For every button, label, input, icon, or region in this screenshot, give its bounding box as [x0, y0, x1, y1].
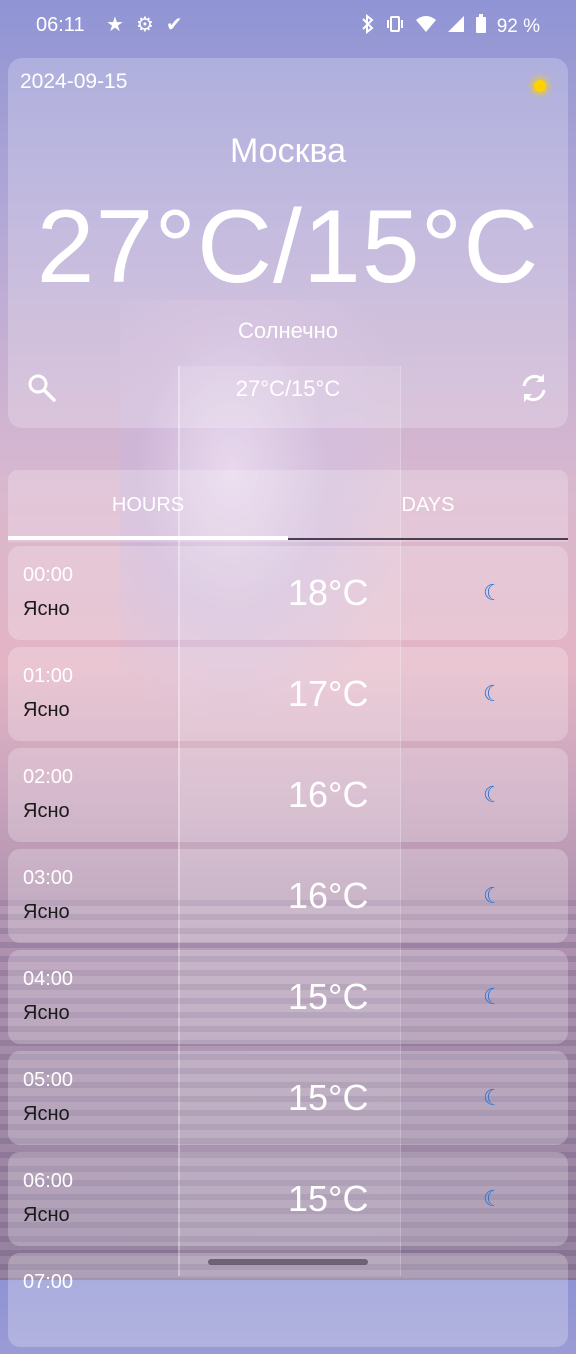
- city-name: Москва: [229, 132, 347, 170]
- hour-temperature: 15°C: [288, 1178, 369, 1219]
- weather-condition: Солнечно: [238, 318, 338, 343]
- moon-icon: ☾: [483, 1085, 503, 1110]
- moon-icon: ☾: [483, 782, 503, 807]
- hour-time: 00:00: [23, 564, 74, 586]
- list-item[interactable]: 05:00 Ясно 15°C ☾: [8, 1051, 568, 1145]
- status-time: 06:11: [36, 14, 85, 36]
- hour-condition: Ясно: [23, 1002, 70, 1024]
- main-temperature: 27°C/15°C: [36, 189, 540, 305]
- battery-icon: [475, 14, 487, 40]
- status-bar: 06:11 ★ ⚙ ✔ 92 %: [0, 0, 576, 50]
- hour-temperature: 18°C: [288, 572, 369, 613]
- hourly-forecast-list: 00:00 Ясно 18°C ☾ 01:00 Ясно 17°C ☾ 02:0…: [8, 546, 568, 1354]
- moon-icon: ☾: [483, 984, 503, 1009]
- bluetooth-icon: [361, 13, 375, 40]
- sun-icon: [534, 80, 546, 92]
- moon-icon: ☾: [483, 1186, 503, 1211]
- list-item[interactable]: 04:00 Ясно 15°C ☾: [8, 950, 568, 1044]
- list-item[interactable]: 01:00 Ясно 17°C ☾: [8, 647, 568, 741]
- hour-condition: Ясно: [23, 1103, 70, 1125]
- refresh-icon: [522, 374, 546, 402]
- list-item[interactable]: 07:00: [8, 1253, 568, 1347]
- forecast-tabs: HOURS DAYS: [8, 470, 568, 542]
- signal-icon: [447, 15, 465, 39]
- star-icon: ★: [106, 14, 124, 36]
- battery-percent: 92 %: [496, 16, 540, 37]
- hour-condition: Ясно: [23, 800, 70, 822]
- list-item[interactable]: 06:00 Ясно 15°C ☾: [8, 1152, 568, 1246]
- current-weather-panel: 2024-09-15 Москва 27°C/15°C Солнечно 27°…: [8, 58, 568, 428]
- hour-temperature: 16°C: [288, 875, 369, 916]
- hour-time: 01:00: [23, 665, 74, 687]
- checkmark-icon: ✔: [165, 14, 183, 36]
- hour-condition: Ясно: [23, 901, 70, 923]
- hour-time: 02:00: [23, 766, 74, 788]
- forecast-date: 2024-09-15: [20, 70, 128, 93]
- moon-icon: ☾: [483, 883, 503, 908]
- list-item[interactable]: 02:00 Ясно 16°C ☾: [8, 748, 568, 842]
- hour-time: 07:00: [23, 1271, 74, 1293]
- list-item[interactable]: 00:00 Ясно 18°C ☾: [8, 546, 568, 640]
- moon-icon: ☾: [483, 580, 503, 605]
- hour-time: 03:00: [23, 867, 74, 889]
- gear-icon: ⚙: [135, 14, 154, 36]
- hour-temperature: 17°C: [288, 673, 369, 714]
- hour-time: 05:00: [23, 1069, 74, 1091]
- temperature-summary: 27°C/15°C: [235, 376, 341, 401]
- hour-condition: Ясно: [23, 1204, 70, 1226]
- refresh-button[interactable]: [516, 370, 552, 406]
- wifi-icon: [415, 15, 437, 39]
- moon-icon: ☾: [483, 681, 503, 706]
- gesture-navigation-bar[interactable]: [208, 1259, 368, 1265]
- hour-condition: Ясно: [23, 598, 70, 620]
- vibrate-icon: [385, 15, 405, 39]
- hour-time: 06:00: [23, 1170, 74, 1192]
- hour-temperature: 15°C: [288, 1077, 369, 1118]
- hour-condition: Ясно: [23, 699, 70, 721]
- tab-days[interactable]: DAYS: [288, 470, 568, 540]
- hour-temperature: 16°C: [288, 774, 369, 815]
- list-item[interactable]: 03:00 Ясно 16°C ☾: [8, 849, 568, 943]
- tab-selected-indicator: [8, 536, 288, 540]
- tab-hours[interactable]: HOURS: [8, 470, 288, 540]
- status-left-icons: ★ ⚙ ✔: [106, 12, 183, 37]
- hour-time: 04:00: [23, 968, 74, 990]
- hour-temperature: 15°C: [288, 976, 369, 1017]
- status-right: 92 %: [361, 13, 540, 40]
